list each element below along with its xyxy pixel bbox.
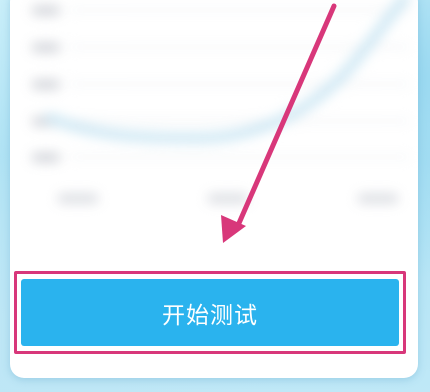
x-tick-label — [58, 194, 98, 203]
y-tick-label — [32, 80, 60, 89]
blurred-chart-preview — [10, 0, 418, 218]
y-tick-labels — [32, 6, 60, 162]
x-tick-label — [358, 194, 398, 203]
y-tick-label — [32, 43, 60, 52]
x-tick-labels — [58, 194, 398, 203]
blurred-series-line — [45, 0, 410, 144]
y-tick-label — [32, 6, 60, 15]
y-tick-label — [32, 153, 60, 162]
start-test-button[interactable]: 开始测试 — [21, 279, 399, 346]
x-tick-label — [208, 194, 248, 203]
blurred-chart-svg — [32, 0, 410, 203]
start-test-button-label: 开始测试 — [162, 302, 258, 329]
